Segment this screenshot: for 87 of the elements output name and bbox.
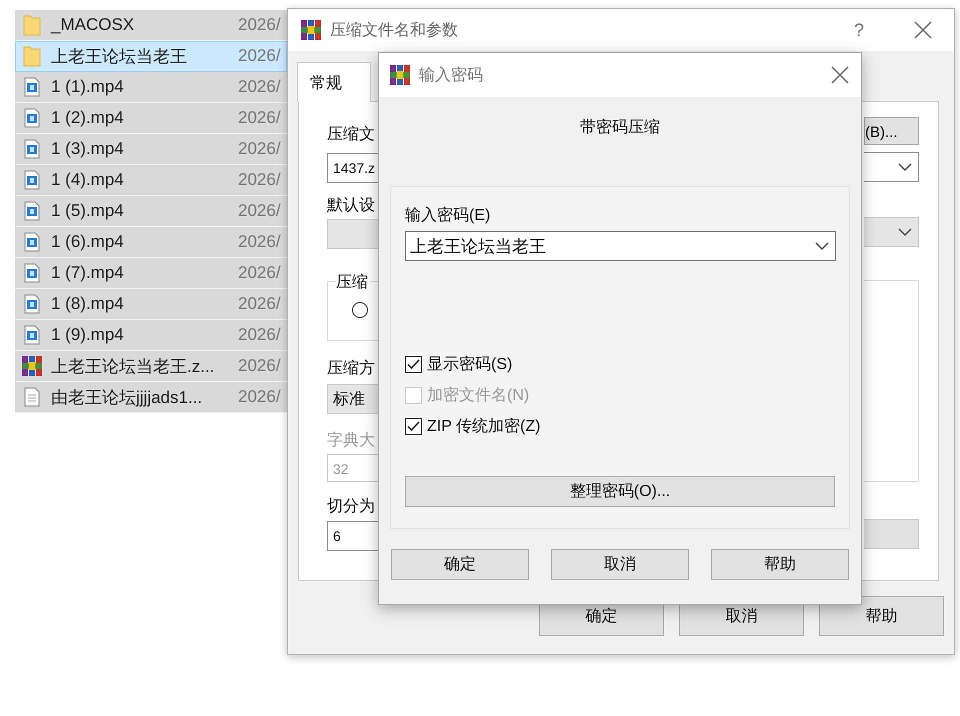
field-label: 切分为 [327,496,376,517]
file-row[interactable]: _MACOSX 2026/ [15,10,287,41]
field-label: 压缩方 [327,358,376,379]
close-icon[interactable] [831,66,849,84]
file-date: 2026/ [238,46,282,66]
checkbox[interactable] [405,356,422,372]
file-name: 1 (2).mp4 [51,108,125,128]
file-date: 2026/ [238,201,282,221]
video-file-icon [24,263,40,283]
file-date: 2026/ [238,108,282,128]
file-name: 1 (1).mp4 [51,77,125,97]
chevron-down-icon [898,163,912,171]
file-date: 2026/ [238,139,282,159]
video-file-icon [24,294,40,314]
dialog-button[interactable]: 帮助 [819,596,944,636]
video-file-icon [24,201,40,221]
video-file-icon [24,108,40,128]
file-name: 1 (6).mp4 [51,232,125,252]
file-row[interactable]: 1 (9).mp4 2026/ [15,320,287,351]
video-file-icon [24,139,40,159]
checkbox-label: 加密文件名(N) [427,386,530,406]
help-button[interactable]: ? [854,20,864,40]
close-icon[interactable] [914,21,932,39]
radio-button[interactable] [352,302,368,318]
filename-dropdown[interactable] [864,152,919,182]
file-row[interactable]: 1 (8).mp4 2026/ [15,289,287,320]
file-date: 2026/ [238,77,282,97]
text-file-icon [24,387,40,407]
file-row[interactable]: 1 (1).mp4 2026/ [15,72,287,103]
file-name: 1 (3).mp4 [51,139,125,159]
file-name: 由老王论坛jjjjads1... [51,386,204,408]
dialog-button[interactable]: 取消 [551,549,689,580]
file-name: 1 (5).mp4 [51,201,125,221]
split-field[interactable]: 6 [327,521,380,551]
file-name: 上老王论坛当老王 [51,46,188,68]
file-row[interactable]: 1 (3).mp4 2026/ [15,134,287,165]
filename-field[interactable]: 1437.z [327,153,380,183]
file-date: 2026/ [238,170,282,190]
password-label: 输入密码(E) [405,206,492,226]
file-date: 2026/ [238,356,282,376]
app-icon [389,64,411,86]
field-label: 压缩文 [327,124,376,145]
file-row[interactable]: 由老王论坛jjjjads1... 2026/ [15,382,287,413]
file-row[interactable]: 1 (7).mp4 2026/ [15,258,287,289]
file-row[interactable]: 1 (6).mp4 2026/ [15,227,287,258]
file-date: 2026/ [238,387,282,407]
dialog-title: 输入密码 [419,66,484,86]
file-name: 1 (7).mp4 [51,263,125,283]
method-dropdown[interactable]: 标准 [327,384,380,414]
dialog-button[interactable]: 帮助 [711,549,849,580]
file-row[interactable]: 1 (4).mp4 2026/ [15,165,287,196]
file-row[interactable]: 1 (5).mp4 2026/ [15,196,287,227]
file-date: 2026/ [238,263,282,283]
app-icon [300,19,322,41]
field-label: 字典大 [327,430,376,451]
folder-icon [23,14,41,36]
manage-passwords-button[interactable]: 整理密码(O)... [405,476,835,507]
file-name: 1 (9).mp4 [51,325,125,345]
file-name: 1 (4).mp4 [51,170,125,190]
dialog-button[interactable]: 确定 [391,549,529,580]
file-date: 2026/ [238,294,282,314]
file-name: 1 (8).mp4 [51,294,125,314]
file-row[interactable]: 上老王论坛当老王 2026/ [15,41,287,72]
file-name: 上老王论坛当老王.z... [51,356,216,378]
checkbox[interactable] [405,418,422,434]
archive-icon [21,355,43,377]
video-file-icon [24,77,40,97]
file-name: _MACOSX [51,15,136,35]
browse-button[interactable]: (B)... [864,117,919,145]
field-label: 默认设 [327,196,376,216]
file-row[interactable]: 上老王论坛当老王.z... 2026/ [15,351,287,382]
file-date: 2026/ [238,232,282,252]
checkbox-label: 显示密码(S) [427,354,512,374]
chevron-down-icon [898,228,912,236]
video-file-icon [24,170,40,190]
file-date: 2026/ [238,325,282,345]
dialog-heading: 带密码压缩 [579,118,661,138]
tab[interactable]: 常规 [297,62,371,102]
window-title: 压缩文件名和参数 [330,20,459,40]
file-row[interactable]: 1 (2).mp4 2026/ [15,103,287,134]
video-file-icon [24,325,40,345]
checkbox-label: ZIP 传统加密(Z) [427,416,540,436]
video-file-icon [24,232,40,252]
file-date: 2026/ [238,15,282,35]
chevron-down-icon [815,242,829,250]
password-field[interactable]: 上老王论坛当老王 [405,231,836,261]
folder-icon [23,45,41,67]
